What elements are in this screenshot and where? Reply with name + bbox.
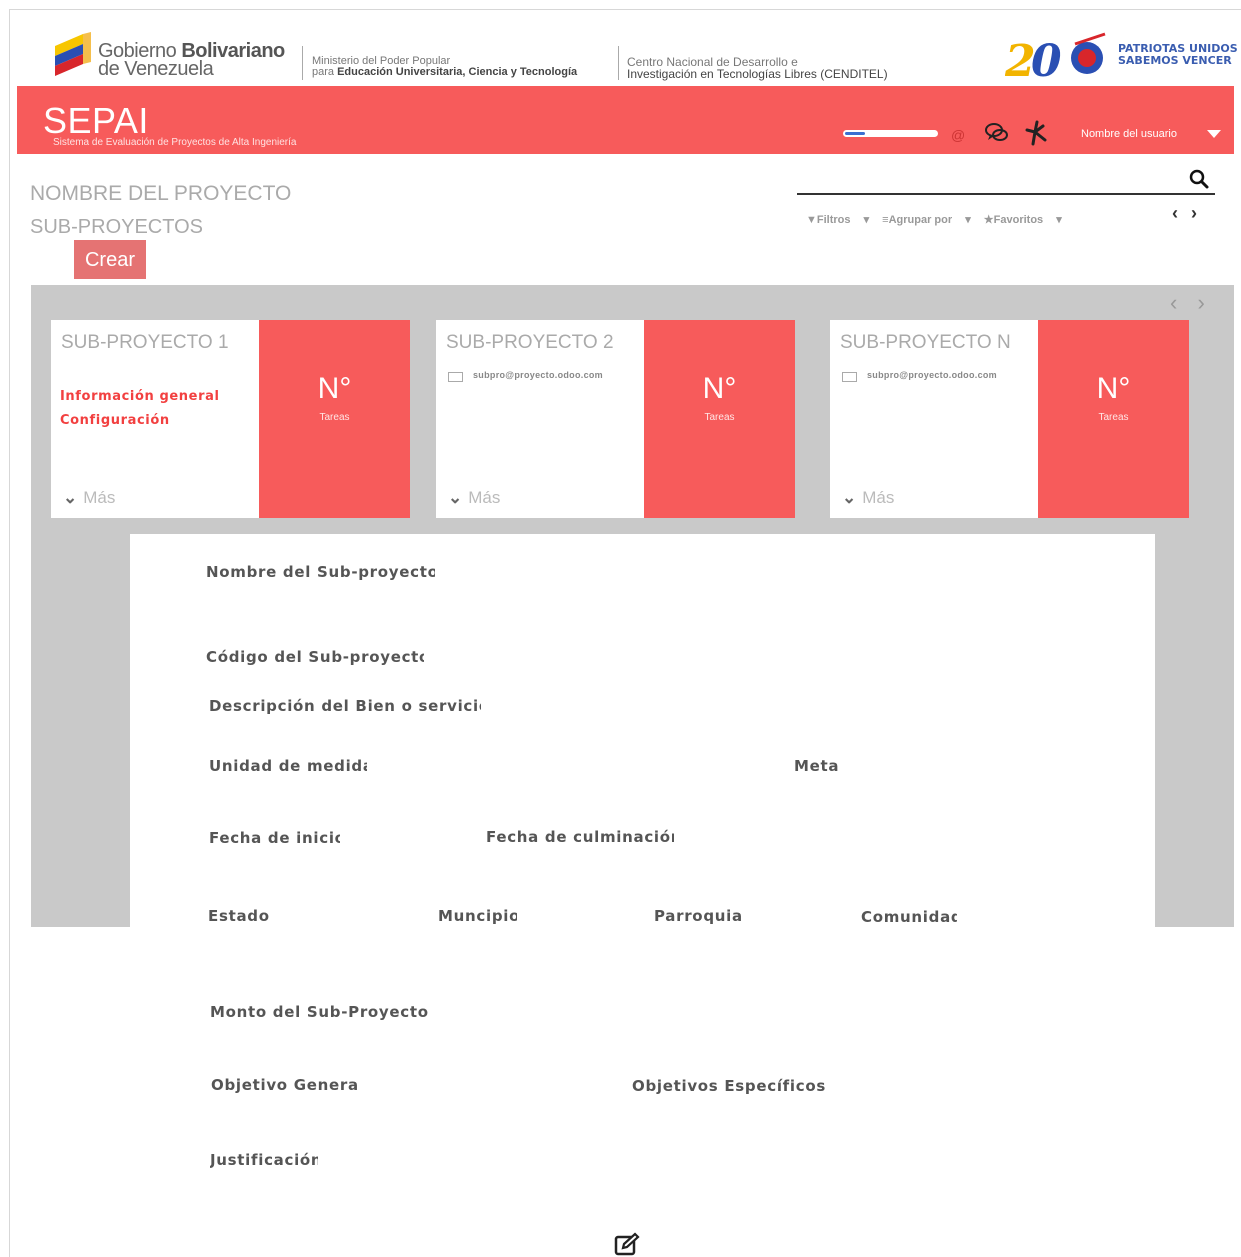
at-icon[interactable]: @ bbox=[951, 124, 965, 146]
more-toggle[interactable]: ⌄ Más bbox=[63, 488, 115, 508]
government-header: Gobierno Bolivariano de Venezuela Minist… bbox=[0, 10, 1241, 86]
anniversary-logo: 2 0 bbox=[1005, 32, 1106, 82]
subproject-card[interactable]: SUB-PROYECTO N subpro@proyecto.odoo.com … bbox=[830, 320, 1189, 518]
header-divider bbox=[618, 46, 619, 80]
task-count-label: Tareas bbox=[319, 412, 350, 423]
header-divider bbox=[302, 46, 303, 80]
field-label-municipio: Muncipio bbox=[438, 907, 517, 925]
field-label-objetivo-general: Objetivo General bbox=[211, 1076, 357, 1094]
field-label-descripcion: Descripción del Bien o servicio bbox=[209, 697, 481, 715]
field-label-parroquia: Parroquia bbox=[654, 907, 743, 925]
field-label-justificacion: Justificación bbox=[210, 1151, 318, 1169]
field-label-nombre: Nombre del Sub-proyecto bbox=[206, 563, 435, 581]
venezuela-flag-logo bbox=[55, 32, 91, 76]
kanban-next-icon[interactable]: › bbox=[1197, 290, 1204, 315]
more-toggle[interactable]: ⌄ Más bbox=[842, 488, 894, 508]
subproject-form bbox=[130, 534, 1155, 1257]
field-label-fecha-inicio: Fecha de inicio bbox=[209, 829, 340, 847]
more-toggle[interactable]: ⌄ Más bbox=[448, 488, 500, 508]
patriotas-badge: PATRIOTAS UNIDOS SABEMOS VENCER bbox=[1118, 42, 1238, 67]
field-label-unidad: Unidad de medida bbox=[209, 757, 367, 775]
card-title[interactable]: SUB-PROYECTO 2 bbox=[446, 332, 614, 354]
app-title: SEPAI bbox=[43, 100, 149, 141]
user-menu[interactable]: Nombre del usuario bbox=[1081, 128, 1177, 140]
pager-prev-icon[interactable]: ‹ bbox=[1172, 203, 1178, 223]
field-label-monto: Monto del Sub-Proyecto bbox=[210, 1003, 429, 1021]
create-button[interactable]: Crear bbox=[74, 240, 146, 279]
envelope-icon bbox=[448, 372, 463, 382]
task-count-panel[interactable]: N° Tareas bbox=[259, 320, 410, 518]
favorites-dropdown[interactable]: ★Favoritos ▾ bbox=[984, 214, 1062, 226]
general-info-link[interactable]: Información general bbox=[60, 389, 220, 404]
field-label-estado: Estado bbox=[208, 907, 270, 925]
chat-icon[interactable] bbox=[984, 122, 1010, 144]
field-label-fecha-culminacion: Fecha de culminación bbox=[486, 828, 674, 846]
kanban-nav: ‹ › bbox=[1170, 290, 1205, 316]
chevron-down-icon: ⌄ bbox=[448, 488, 463, 507]
app-topbar: SEPAI Sistema de Evaluación de Proyectos… bbox=[17, 86, 1234, 154]
progress-bar bbox=[843, 130, 938, 137]
pager: ‹ › bbox=[1172, 203, 1197, 224]
chevron-down-icon: ⌄ bbox=[842, 488, 857, 507]
card-email: subpro@proyecto.odoo.com bbox=[448, 370, 641, 382]
search-input[interactable] bbox=[797, 193, 1215, 195]
task-count: N° bbox=[317, 372, 352, 405]
task-count-panel[interactable]: N° Tareas bbox=[1038, 320, 1189, 518]
ministry-name: Ministerio del Poder Popular para Educac… bbox=[312, 55, 578, 78]
caret-down-icon[interactable] bbox=[1207, 130, 1221, 138]
envelope-icon bbox=[842, 372, 857, 382]
kanban-prev-icon[interactable]: ‹ bbox=[1170, 290, 1177, 315]
field-label-comunidad: Comunidad bbox=[861, 908, 957, 926]
field-label-meta: Meta bbox=[794, 757, 840, 775]
svg-text:0: 0 bbox=[1031, 36, 1062, 82]
chevron-down-icon: ⌄ bbox=[63, 488, 78, 507]
task-count: N° bbox=[1096, 372, 1131, 405]
subproject-card[interactable]: SUB-PROYECTO 1 Información general Confi… bbox=[51, 320, 410, 518]
cenditel-name: Centro Nacional de Desarrollo e Investig… bbox=[627, 55, 888, 81]
pager-next-icon[interactable]: › bbox=[1191, 203, 1197, 223]
subproject-card[interactable]: SUB-PROYECTO 2 subpro@proyecto.odoo.com … bbox=[436, 320, 795, 518]
filters-dropdown[interactable]: ▼Filtros ▾ bbox=[806, 214, 869, 226]
app-subtitle: Sistema de Evaluación de Proyectos de Al… bbox=[53, 137, 297, 148]
field-label-objetivos-especificos: Objetivos Específicos bbox=[632, 1077, 826, 1095]
edit-icon[interactable] bbox=[613, 1232, 641, 1256]
project-name[interactable]: NOMBRE DEL PROYECTO bbox=[30, 182, 291, 206]
card-title[interactable]: SUB-PROYECTO N bbox=[840, 332, 1011, 354]
card-email: subpro@proyecto.odoo.com bbox=[842, 370, 1035, 382]
field-label-codigo: Código del Sub-proyecto bbox=[206, 648, 424, 666]
search-filters: ▼Filtros ▾ ≡Agrupar por ▾ ★Favoritos ▾ bbox=[806, 213, 1072, 226]
task-count-panel[interactable]: N° Tareas bbox=[644, 320, 795, 518]
configuration-link[interactable]: Configuración bbox=[60, 413, 170, 428]
task-count-label: Tareas bbox=[704, 412, 735, 423]
card-title[interactable]: SUB-PROYECTO 1 bbox=[61, 332, 229, 354]
page-title: SUB-PROYECTOS bbox=[30, 216, 203, 238]
group-by-dropdown[interactable]: ≡Agrupar por ▾ bbox=[882, 214, 971, 226]
activity-icon[interactable] bbox=[1025, 120, 1049, 146]
task-count: N° bbox=[702, 372, 737, 405]
government-name: Gobierno Bolivariano de Venezuela bbox=[98, 40, 285, 80]
progress-bar-fill bbox=[845, 132, 866, 135]
task-count-label: Tareas bbox=[1098, 412, 1129, 423]
search-icon[interactable] bbox=[1188, 168, 1210, 190]
